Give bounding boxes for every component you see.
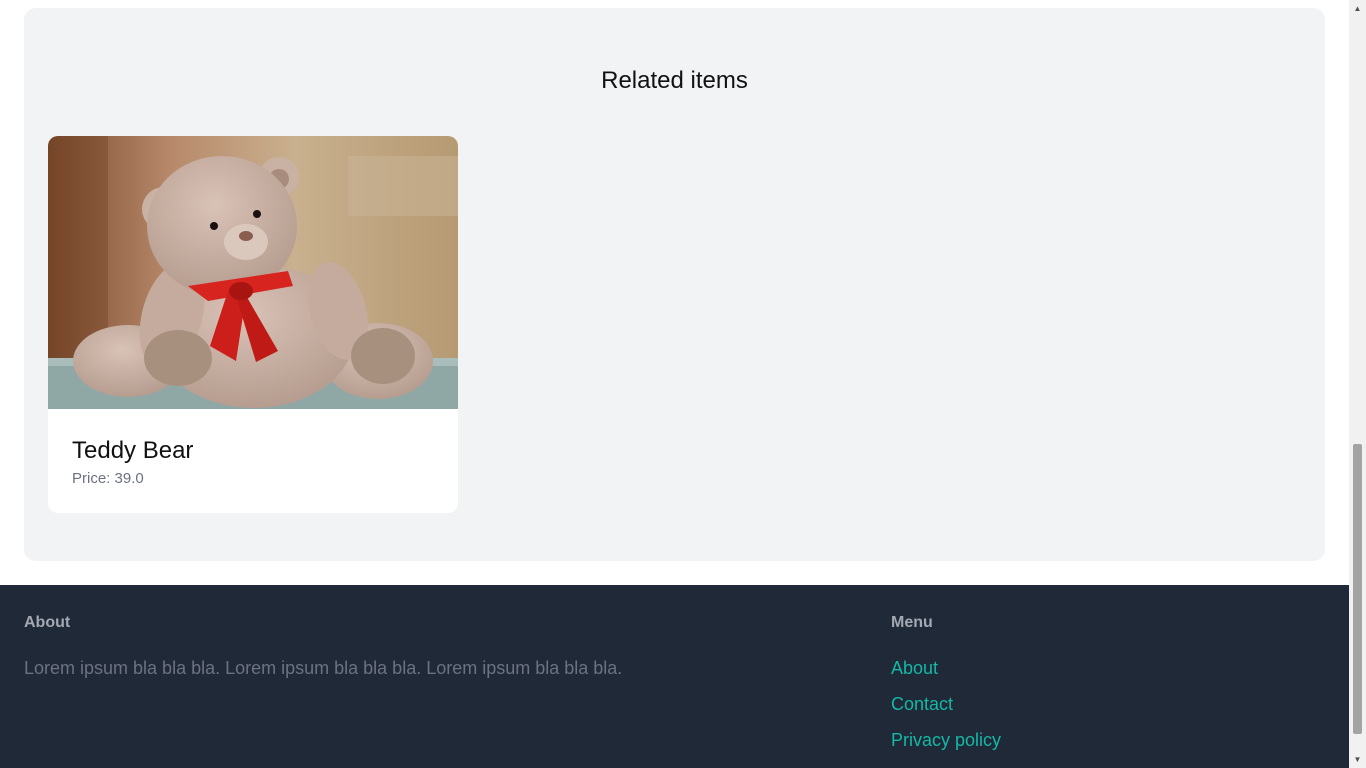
footer-link-about[interactable]: About <box>891 657 938 679</box>
related-items-section: Related items Teddy Bear Price: 39.0 <box>24 8 1325 561</box>
product-price: Price: 39.0 <box>72 470 144 487</box>
product-card-teddy-bear[interactable]: Teddy Bear Price: 39.0 <box>48 136 458 513</box>
footer-menu-heading: Menu <box>891 614 933 631</box>
related-items-title: Related items <box>601 67 748 94</box>
page: Related items Teddy Bear Price: 39.0 Abo… <box>0 0 1349 768</box>
footer-about-heading: About <box>24 614 71 631</box>
product-name[interactable]: Teddy Bear <box>72 436 193 466</box>
scroll-down-arrow-icon[interactable]: ▼ <box>1349 751 1366 768</box>
teddy-bear-image[interactable] <box>48 136 458 409</box>
scrollbar-thumb[interactable] <box>1353 444 1362 734</box>
footer-link-contact[interactable]: Contact <box>891 693 953 715</box>
scroll-up-arrow-icon[interactable]: ▲ <box>1349 0 1366 17</box>
site-footer: About Lorem ipsum bla bla bla. Lorem ips… <box>0 585 1349 768</box>
footer-link-privacy-policy[interactable]: Privacy policy <box>891 729 1001 751</box>
footer-about-text: Lorem ipsum bla bla bla. Lorem ipsum bla… <box>24 658 623 678</box>
vertical-scrollbar[interactable]: ▲ ▼ <box>1349 0 1366 768</box>
